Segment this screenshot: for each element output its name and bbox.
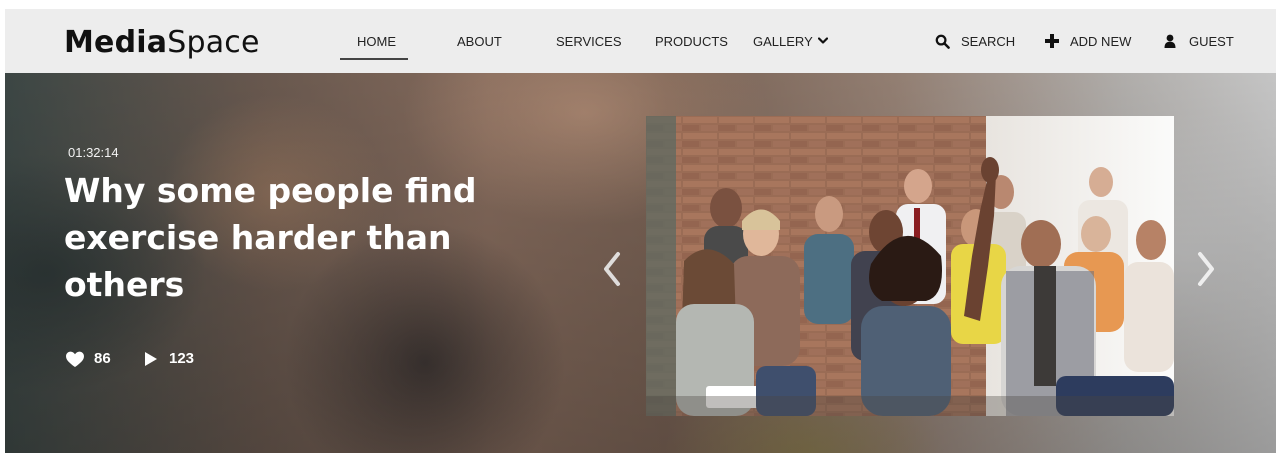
page: MediaSpace HOME ABOUT SERVICES PRODUCTS …	[5, 9, 1276, 453]
hero-image[interactable]	[646, 116, 1174, 416]
nav-home[interactable]: HOME	[357, 34, 396, 50]
plays-count: 123	[169, 350, 195, 367]
logo[interactable]: MediaSpace	[64, 25, 260, 61]
search-button[interactable]: SEARCH	[961, 34, 1015, 50]
logo-light-text: Space	[167, 25, 260, 60]
likes-count: 86	[94, 350, 111, 367]
add-new-button[interactable]: ADD NEW	[1070, 34, 1131, 50]
nav-products[interactable]: PRODUCTS	[655, 34, 728, 50]
chevron-left-icon[interactable]	[601, 251, 623, 287]
chevron-down-icon[interactable]	[818, 36, 828, 46]
hero-title[interactable]: Why some people find exercise harder tha…	[64, 167, 484, 308]
video-duration: 01:32:14	[68, 145, 119, 160]
logo-bold-text: Media	[64, 25, 168, 60]
heart-icon[interactable]	[65, 351, 85, 368]
nav-gallery[interactable]: GALLERY	[753, 34, 813, 50]
top-navbar: MediaSpace HOME ABOUT SERVICES PRODUCTS …	[5, 9, 1276, 73]
classroom-photo-illustration	[646, 116, 1174, 416]
play-icon[interactable]	[144, 351, 158, 367]
nav-services[interactable]: SERVICES	[556, 34, 622, 50]
nav-about[interactable]: ABOUT	[457, 34, 502, 50]
user-icon[interactable]	[1164, 34, 1176, 48]
hero-slider: 01:32:14 Why some people find exercise h…	[5, 73, 1276, 453]
guest-account-button[interactable]: GUEST	[1189, 34, 1234, 50]
search-icon[interactable]	[935, 34, 950, 49]
chevron-right-icon[interactable]	[1195, 251, 1217, 287]
nav-home-active-indicator	[340, 58, 408, 60]
plus-icon[interactable]	[1045, 34, 1059, 48]
